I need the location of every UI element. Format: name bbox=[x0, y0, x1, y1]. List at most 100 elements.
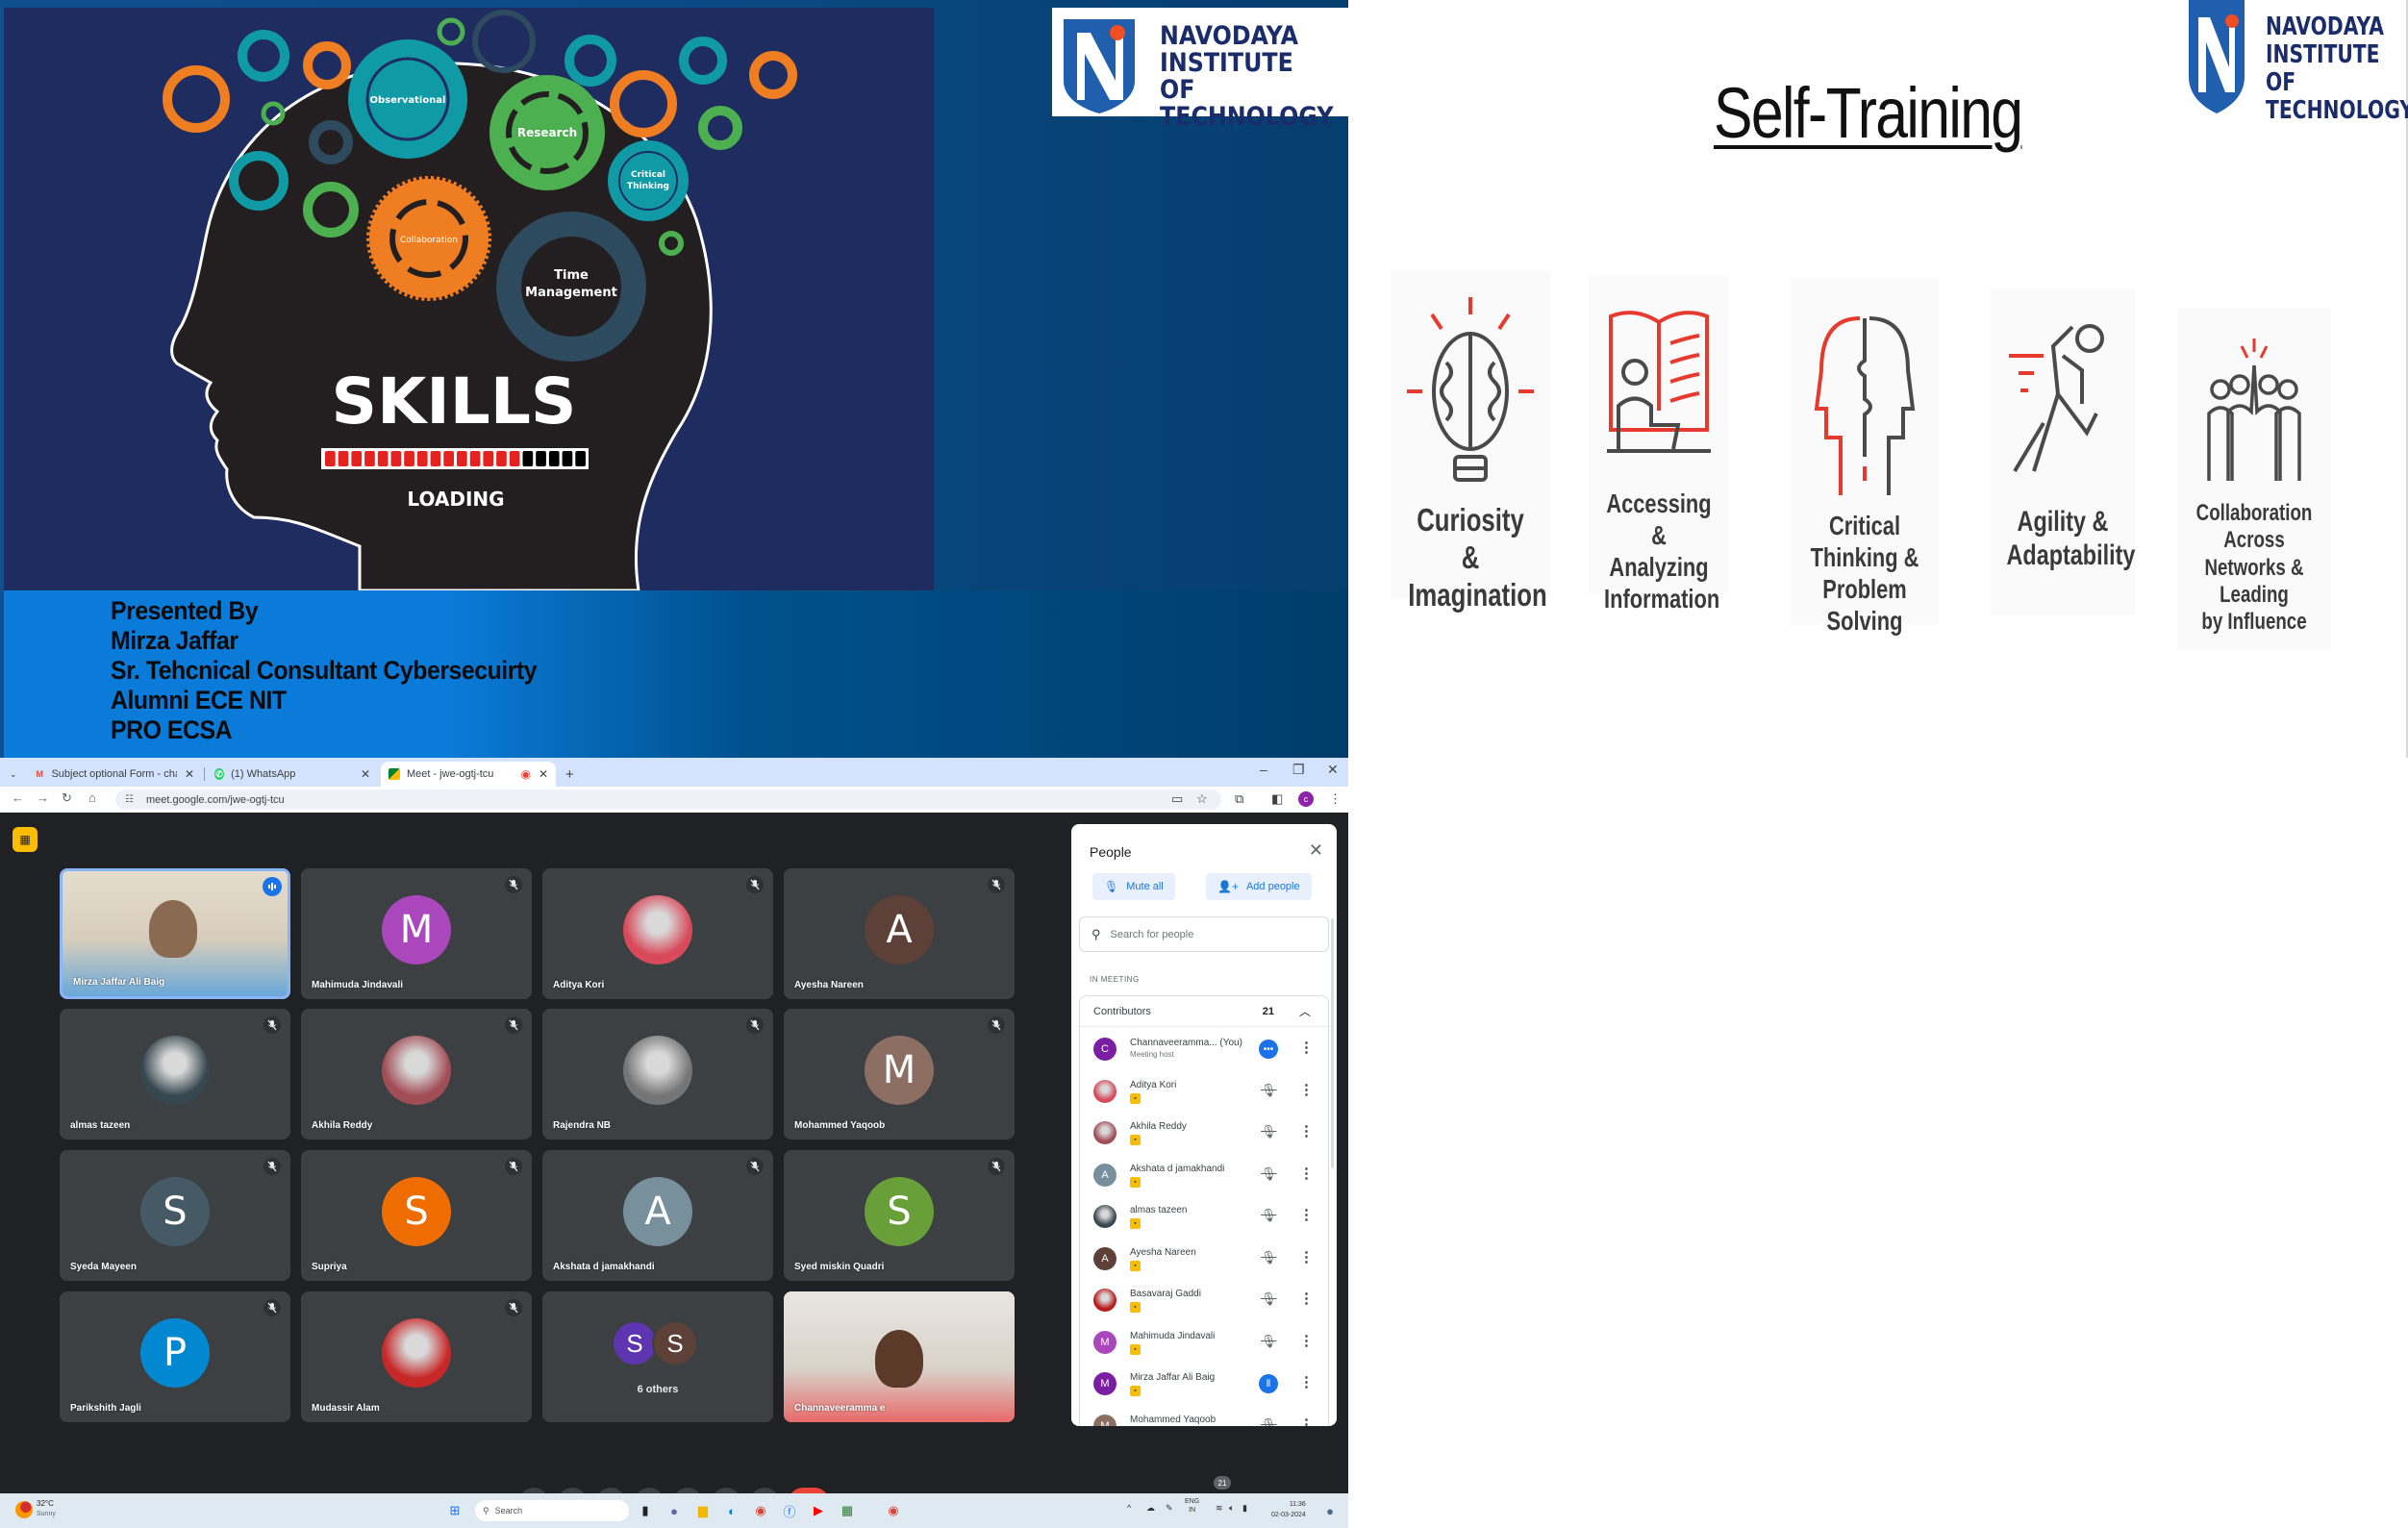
tab-gmail[interactable]: M Subject optional Form - channave ✕ bbox=[27, 762, 202, 787]
participant-tile[interactable]: almas tazeen bbox=[60, 1009, 290, 1140]
participant-row[interactable]: A Ayesha Nareen ▪ 🎙︎ ⋮ bbox=[1080, 1239, 1328, 1280]
participant-tile[interactable]: Akhila Reddy bbox=[301, 1009, 532, 1140]
side-panel-icon[interactable]: ◧ bbox=[1271, 791, 1283, 807]
mic-off-icon[interactable]: 🎙︎ bbox=[1261, 1083, 1277, 1098]
more-options-icon[interactable]: ⋮ bbox=[1299, 1415, 1314, 1427]
more-options-icon[interactable]: ⋮ bbox=[1299, 1206, 1314, 1223]
notification-icon[interactable]: ● bbox=[1321, 1502, 1339, 1519]
file-explorer-icon[interactable]: ▆ bbox=[694, 1502, 712, 1519]
speaking-indicator-icon bbox=[263, 877, 282, 896]
more-options-icon[interactable]: ⋮ bbox=[1299, 1081, 1314, 1098]
chevron-up-icon[interactable]: ︿ bbox=[1299, 1003, 1311, 1019]
participant-tile[interactable]: Channaveeramma e bbox=[784, 1291, 1015, 1422]
self-training-slide: Self-Training NAVODAYA INSTITUTE OF TECH… bbox=[1348, 0, 2408, 758]
participant-row[interactable]: almas tazeen ▪ 🎙︎ ⋮ bbox=[1080, 1196, 1328, 1238]
browser-menu-icon[interactable]: ⋮ bbox=[1329, 791, 1342, 807]
extensions-icon[interactable]: ⧉ bbox=[1235, 791, 1243, 807]
participant-tile[interactable]: Rajendra NB bbox=[542, 1009, 773, 1140]
participant-row[interactable]: MMohammed Yaqoob▪🎙︎⋮ bbox=[1080, 1406, 1328, 1427]
mic-off-icon[interactable]: 🎙︎ bbox=[1261, 1334, 1277, 1349]
loading-segment-empty bbox=[548, 451, 560, 466]
camera-indicator-icon[interactable]: ▭ bbox=[1171, 791, 1183, 807]
facebook-icon[interactable]: ⓕ bbox=[781, 1502, 798, 1519]
tab-whatsapp[interactable]: ✆ (1) WhatsApp ✕ bbox=[207, 762, 378, 787]
language-indicator[interactable]: ENG IN bbox=[1185, 1497, 1199, 1515]
tab-search-button[interactable]: ⌄ bbox=[2, 762, 23, 787]
weather-icon[interactable] bbox=[15, 1501, 33, 1518]
sheets-icon[interactable]: ▦ bbox=[839, 1502, 856, 1519]
task-view-icon[interactable]: ▮ bbox=[637, 1502, 654, 1519]
participant-row[interactable]: C Channaveeramma... (You) Meeting host ••• ⋮ bbox=[1080, 1029, 1328, 1070]
close-tab-icon[interactable]: ✕ bbox=[353, 767, 370, 781]
more-options-icon[interactable]: ⋮ bbox=[1299, 1373, 1314, 1390]
participant-row[interactable]: Akhila Reddy ▪ 🎙︎ ⋮ bbox=[1080, 1113, 1328, 1154]
site-info-icon[interactable]: ☷ bbox=[125, 794, 137, 806]
mute-all-button[interactable]: 🎙︎ Mute all bbox=[1092, 873, 1175, 900]
youtube-icon[interactable]: ▶ bbox=[810, 1502, 827, 1519]
participant-tile[interactable]: M Mahimuda Jindavali bbox=[301, 868, 532, 999]
close-tab-icon[interactable]: ✕ bbox=[531, 767, 548, 781]
participant-tile[interactable]: P Parikshith Jagli bbox=[60, 1291, 290, 1422]
start-icon[interactable]: ⊞ bbox=[446, 1502, 464, 1519]
teams-icon[interactable]: ● bbox=[665, 1502, 683, 1519]
participant-tile[interactable]: S Supriya bbox=[301, 1150, 532, 1281]
bookmark-star-icon[interactable]: ☆ bbox=[1196, 791, 1208, 807]
url-field[interactable]: ☷ meet.google.com/jwe-ogtj-tcu bbox=[115, 789, 1221, 810]
mic-off-icon[interactable]: 🎙︎ bbox=[1261, 1417, 1277, 1427]
back-icon[interactable]: ← bbox=[12, 790, 24, 805]
mic-off-icon[interactable]: 🎙︎ bbox=[1261, 1124, 1277, 1140]
battery-icon[interactable]: ▮ bbox=[1242, 1503, 1247, 1514]
chrome-icon[interactable]: ◉ bbox=[752, 1502, 769, 1519]
profile-avatar[interactable]: c bbox=[1298, 791, 1314, 807]
forward-icon[interactable]: → bbox=[37, 790, 49, 805]
participant-row[interactable]: M Mirza Jaffar Ali Baig ▪ ⦀ ⋮ bbox=[1080, 1364, 1328, 1405]
more-options-icon[interactable]: ⋮ bbox=[1299, 1165, 1314, 1182]
tray-pen-icon[interactable]: ✎ bbox=[1166, 1503, 1173, 1514]
close-window-button[interactable]: ✕ bbox=[1327, 762, 1339, 778]
host-controls-icon[interactable]: ▦ bbox=[13, 827, 38, 852]
loading-segment-filled bbox=[430, 451, 441, 466]
participant-row[interactable]: Basavaraj Gaddi ▪ 🎙︎ ⋮ bbox=[1080, 1280, 1328, 1321]
home-icon[interactable]: ⌂ bbox=[88, 790, 96, 805]
edge-icon[interactable]: ◐ bbox=[723, 1502, 740, 1519]
contributors-header[interactable]: Contributors 21 ︿ bbox=[1080, 996, 1328, 1027]
participant-tile[interactable]: A Akshata d jamakhandi bbox=[542, 1150, 773, 1281]
tray-overflow-icon[interactable]: ^ bbox=[1127, 1503, 1131, 1513]
participant-tile[interactable]: Mirza Jaffar Ali Baig bbox=[60, 868, 290, 999]
taskbar-search[interactable]: ⚲ Search bbox=[475, 1500, 629, 1521]
chrome-active-icon[interactable]: ◉ bbox=[885, 1502, 902, 1519]
volume-icon[interactable]: 🔈︎ bbox=[1229, 1503, 1234, 1514]
tab-meet[interactable]: Meet - jwe-ogtj-tcu ◉ ✕ bbox=[381, 762, 556, 787]
participant-tile[interactable]: S Syeda Mayeen bbox=[60, 1150, 290, 1281]
system-clock[interactable]: 11:36 02-03-2024 bbox=[1271, 1499, 1306, 1520]
mic-off-icon[interactable]: 🎙︎ bbox=[1261, 1291, 1277, 1307]
more-options-icon[interactable]: ⋮ bbox=[1299, 1122, 1314, 1140]
mic-off-icon[interactable]: 🎙︎ bbox=[1261, 1166, 1277, 1182]
wifi-icon[interactable]: ≋ bbox=[1216, 1503, 1223, 1514]
close-tab-icon[interactable]: ✕ bbox=[177, 767, 194, 781]
participant-row[interactable]: Aditya Kori ▪ 🎙︎ ⋮ bbox=[1080, 1071, 1328, 1113]
new-tab-button[interactable]: + bbox=[558, 762, 581, 787]
close-panel-icon[interactable]: ✕ bbox=[1309, 840, 1323, 861]
add-people-button[interactable]: 👤+ Add people bbox=[1206, 873, 1312, 900]
more-options-icon[interactable]: ⋮ bbox=[1299, 1039, 1314, 1056]
participant-tile[interactable]: A Ayesha Nareen bbox=[784, 868, 1015, 999]
participant-tile[interactable]: M Mohammed Yaqoob bbox=[784, 1009, 1015, 1140]
tray-cloud-icon[interactable]: ☁ bbox=[1146, 1503, 1155, 1514]
search-people-input[interactable]: ⚲ Search for people bbox=[1079, 916, 1329, 952]
participant-row[interactable]: M Mahimuda Jindavali ▪ 🎙︎ ⋮ bbox=[1080, 1322, 1328, 1364]
restore-button[interactable]: ❐ bbox=[1292, 762, 1305, 778]
more-options-icon[interactable]: ⋮ bbox=[1299, 1332, 1314, 1349]
participant-tile[interactable]: Mudassir Alam bbox=[301, 1291, 532, 1422]
mic-off-icon[interactable]: 🎙︎ bbox=[1261, 1208, 1277, 1223]
more-options-icon[interactable]: ⋮ bbox=[1299, 1290, 1314, 1307]
mic-off-icon[interactable]: 🎙︎ bbox=[1261, 1250, 1277, 1265]
participant-tile[interactable]: S Syed miskin Quadri bbox=[784, 1150, 1015, 1281]
participant-tile[interactable]: Aditya Kori bbox=[542, 868, 773, 999]
participant-tile[interactable]: SS 6 others bbox=[542, 1291, 773, 1422]
panel-scrollbar[interactable] bbox=[1331, 918, 1334, 1168]
minimize-button[interactable]: – bbox=[1260, 762, 1267, 777]
participant-row[interactable]: A Akshata d jamakhandi ▪ 🎙︎ ⋮ bbox=[1080, 1155, 1328, 1196]
more-options-icon[interactable]: ⋮ bbox=[1299, 1248, 1314, 1265]
reload-icon[interactable]: ↻ bbox=[62, 790, 72, 806]
